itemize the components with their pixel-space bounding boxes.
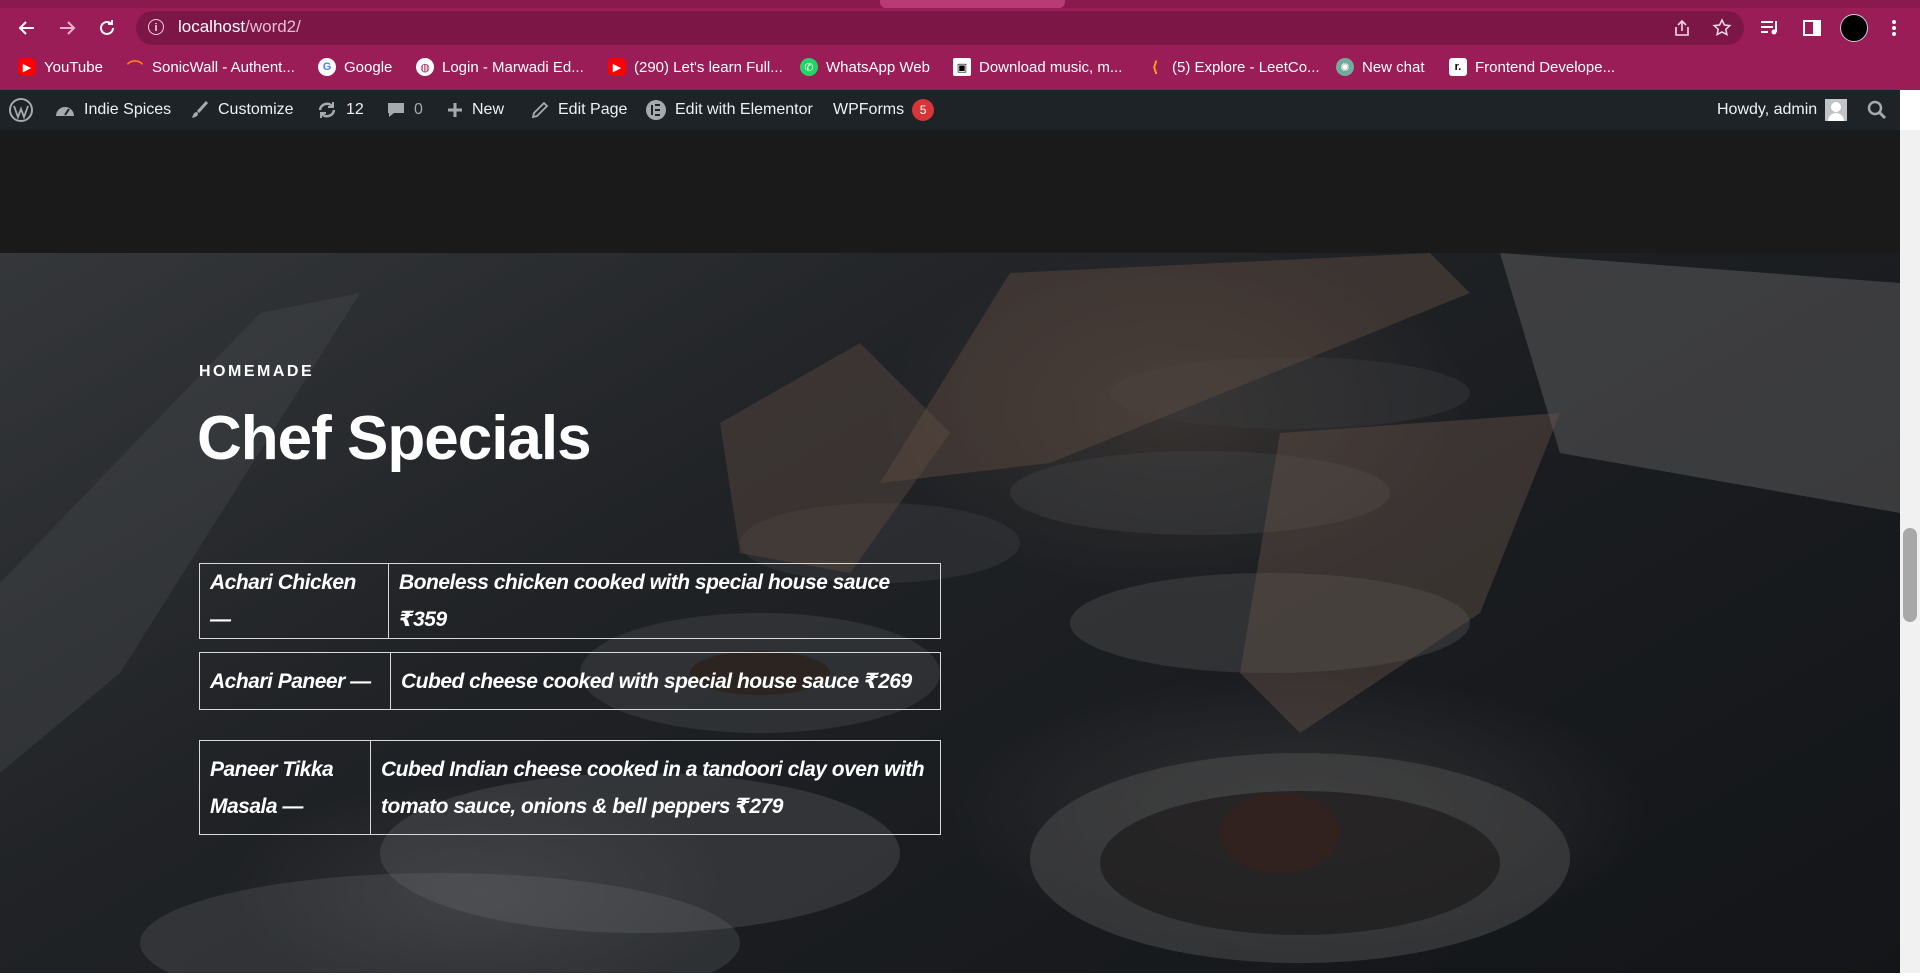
wpforms-label: WPForms bbox=[833, 101, 905, 118]
download-icon: ▣ bbox=[953, 58, 971, 76]
whatsapp-icon: ✆ bbox=[800, 58, 818, 76]
youtube-icon: ▶ bbox=[608, 58, 626, 76]
tab-strip bbox=[0, 0, 1920, 8]
howdy-label: Howdy, admin bbox=[1717, 101, 1818, 118]
customize-label: Customize bbox=[218, 101, 294, 118]
globe-icon: ◍ bbox=[416, 58, 434, 76]
chef-specials-hero: HOMEMADE Chef Specials Achari Chicken — … bbox=[0, 253, 1900, 973]
frontend-icon: r. bbox=[1449, 58, 1467, 76]
plus-icon bbox=[446, 101, 464, 119]
menu-item-row: Achari Paneer — Cubed cheese cooked with… bbox=[199, 652, 941, 710]
menu-item-description: Boneless chicken cooked with special hou… bbox=[388, 563, 941, 639]
bookmark-label: (5) Explore - LeetCo... bbox=[1172, 58, 1320, 76]
sonicwall-icon: ⌒ bbox=[126, 61, 143, 78]
bookmark-leetcode[interactable]: ⟨ (5) Explore - LeetCo... bbox=[1146, 52, 1320, 82]
menu-item-row: Paneer Tikka Masala — Cubed Indian chees… bbox=[199, 740, 941, 835]
bookmark-whatsapp[interactable]: ✆ WhatsApp Web bbox=[800, 52, 930, 82]
comment-bubble-icon bbox=[386, 100, 406, 120]
pencil-icon bbox=[530, 100, 550, 120]
bookmark-youtube-2[interactable]: ▶ (290) Let's learn Full... bbox=[608, 52, 783, 82]
bookmark-label: YouTube bbox=[44, 58, 103, 76]
media-queue-icon[interactable] bbox=[1756, 14, 1784, 42]
bookmark-label: Login - Marwadi Ed... bbox=[442, 58, 584, 76]
google-icon: G bbox=[318, 58, 336, 76]
wp-admin-bar: Indie Spices Customize 12 0 New Edit Pag… bbox=[0, 90, 1900, 130]
scrollbar-thumb[interactable] bbox=[1903, 528, 1917, 622]
address-bar[interactable] bbox=[136, 11, 1744, 45]
menu-item-name: Achari Paneer — bbox=[199, 652, 391, 710]
bookmark-star-icon[interactable] bbox=[1708, 14, 1736, 42]
updates-link[interactable]: 12 bbox=[316, 90, 364, 130]
bookmark-download-music[interactable]: ▣ Download music, m... bbox=[953, 52, 1122, 82]
profile-avatar[interactable] bbox=[1840, 14, 1868, 42]
site-name-label: Indie Spices bbox=[84, 101, 172, 118]
bookmark-new-chat[interactable]: ✺ New chat bbox=[1336, 52, 1425, 82]
bookmark-label: Download music, m... bbox=[979, 58, 1123, 76]
kebab-menu-icon[interactable] bbox=[1880, 14, 1908, 42]
share-icon[interactable] bbox=[1668, 14, 1696, 42]
bookmark-label: Frontend Develope... bbox=[1475, 58, 1616, 76]
site-name-link[interactable]: Indie Spices bbox=[54, 90, 171, 130]
bookmark-google[interactable]: G Google bbox=[318, 52, 392, 82]
page-content: HOMEMADE Chef Specials Achari Chicken — … bbox=[0, 130, 1900, 973]
bookmark-label: New chat bbox=[1362, 58, 1425, 76]
new-content-link[interactable]: New bbox=[446, 90, 504, 130]
reload-icon[interactable] bbox=[92, 14, 122, 42]
bottom-edge bbox=[0, 973, 1920, 977]
bookmark-label: Google bbox=[344, 58, 393, 76]
bookmark-label: SonicWall - Authent... bbox=[152, 58, 295, 76]
leetcode-icon: ⟨ bbox=[1151, 59, 1159, 76]
back-arrow-icon[interactable] bbox=[12, 14, 42, 42]
chatgpt-icon: ✺ bbox=[1336, 58, 1354, 76]
menu-item-name: Achari Chicken — bbox=[199, 563, 389, 639]
account-menu[interactable]: Howdy, admin bbox=[1717, 90, 1848, 130]
active-tab[interactable] bbox=[880, 0, 1065, 8]
bookmarks-bar: ▶ YouTube ⌒ SonicWall - Authent... G Goo… bbox=[0, 52, 1920, 82]
comments-link[interactable]: 0 bbox=[386, 90, 423, 130]
elementor-icon bbox=[645, 99, 667, 121]
menu-item-row: Achari Chicken — Boneless chicken cooked… bbox=[199, 563, 941, 639]
wpforms-badge: 5 bbox=[912, 99, 935, 121]
new-label: New bbox=[472, 101, 505, 118]
menu-item-description: Cubed Indian cheese cooked in a tandoori… bbox=[370, 740, 941, 835]
bookmark-youtube[interactable]: ▶ YouTube bbox=[18, 52, 103, 82]
section-title: Chef Specials bbox=[197, 404, 592, 473]
edit-elementor-link[interactable]: Edit with Elementor bbox=[645, 90, 813, 130]
edit-page-link[interactable]: Edit Page bbox=[530, 90, 627, 130]
admin-avatar bbox=[1825, 99, 1848, 121]
bookmark-label: (290) Let's learn Full... bbox=[634, 58, 783, 76]
edit-page-label: Edit Page bbox=[558, 101, 628, 118]
wpforms-link[interactable]: WPForms 5 bbox=[833, 90, 935, 130]
menu-item-description: Cubed cheese cooked with special house s… bbox=[390, 652, 941, 710]
updates-refresh-icon bbox=[316, 100, 338, 120]
url-text[interactable]: localhost/word2/ bbox=[178, 17, 301, 37]
bookmark-frontend[interactable]: r. Frontend Develope... bbox=[1449, 52, 1615, 82]
customize-link[interactable]: Customize bbox=[190, 90, 294, 130]
updates-count: 12 bbox=[346, 101, 364, 118]
side-panel-icon[interactable] bbox=[1798, 14, 1826, 42]
site-info-icon[interactable]: i bbox=[148, 19, 164, 35]
edit-elementor-label: Edit with Elementor bbox=[675, 101, 813, 118]
wordpress-logo-icon[interactable] bbox=[8, 90, 34, 130]
search-icon[interactable] bbox=[1867, 90, 1887, 130]
dashboard-gauge-icon bbox=[54, 101, 76, 119]
comments-count: 0 bbox=[414, 101, 423, 118]
browser-chrome: i localhost/word2/ ▶ YouTube ⌒ SonicWall… bbox=[0, 0, 1920, 90]
bookmark-sonicwall[interactable]: ⌒ SonicWall - Authent... bbox=[126, 52, 295, 82]
section-eyebrow: HOMEMADE bbox=[199, 363, 315, 380]
bookmark-marwadi[interactable]: ◍ Login - Marwadi Ed... bbox=[416, 52, 584, 82]
youtube-icon: ▶ bbox=[18, 58, 36, 76]
bookmark-label: WhatsApp Web bbox=[826, 58, 930, 76]
brush-icon bbox=[190, 100, 210, 120]
forward-arrow-icon[interactable] bbox=[52, 14, 82, 42]
menu-item-name: Paneer Tikka Masala — bbox=[199, 740, 371, 835]
